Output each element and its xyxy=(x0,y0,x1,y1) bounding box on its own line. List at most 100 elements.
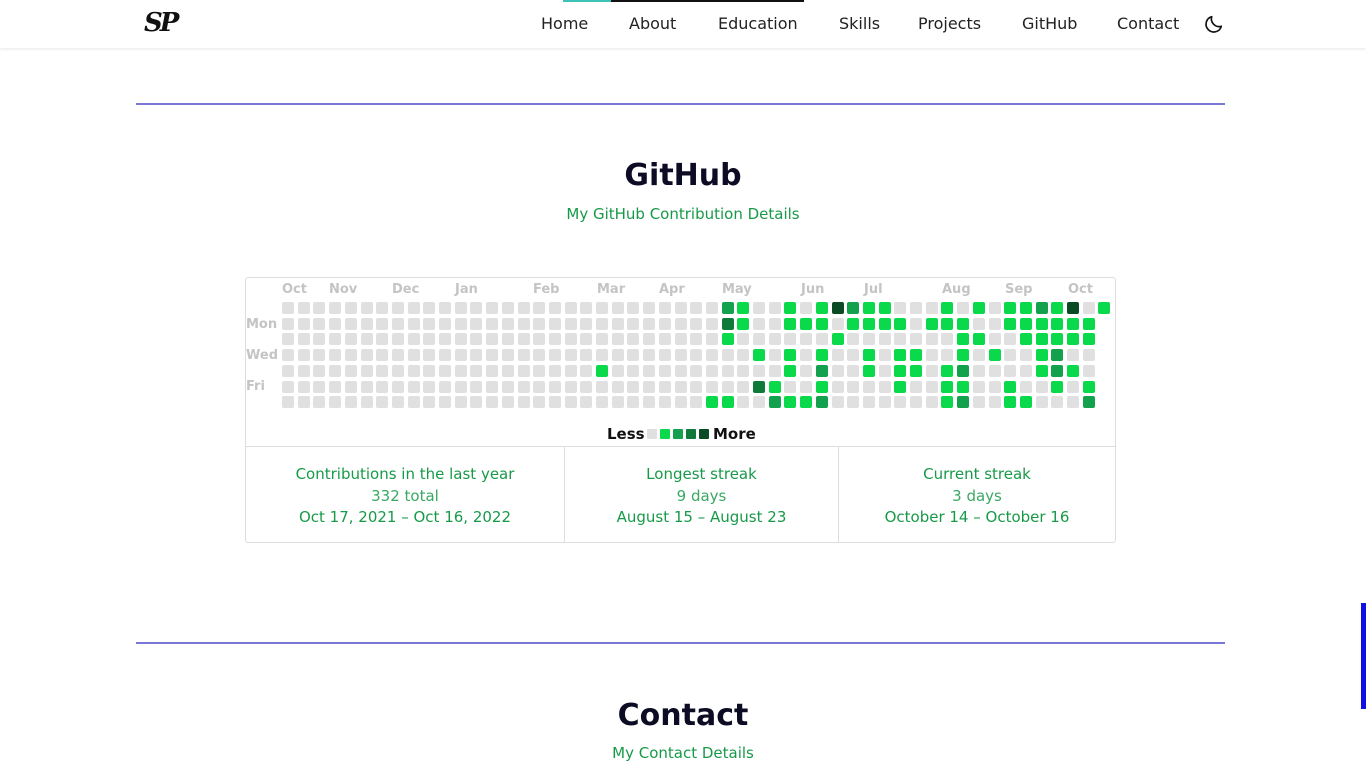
contribution-cell[interactable] xyxy=(1004,365,1016,377)
contribution-cell[interactable] xyxy=(580,302,592,314)
contribution-cell[interactable] xyxy=(439,302,451,314)
contribution-cell[interactable] xyxy=(1036,381,1048,393)
contribution-cell[interactable] xyxy=(989,396,1001,408)
contribution-cell[interactable] xyxy=(832,302,844,314)
contribution-cell[interactable] xyxy=(800,349,812,361)
contribution-cell[interactable] xyxy=(502,333,514,345)
nav-projects[interactable]: Projects xyxy=(918,14,981,34)
contribution-cell[interactable] xyxy=(973,349,985,361)
contribution-cell[interactable] xyxy=(769,396,781,408)
contribution-cell[interactable] xyxy=(282,318,294,330)
contribution-cell[interactable] xyxy=(376,318,388,330)
contribution-cell[interactable] xyxy=(816,349,828,361)
contribution-cell[interactable] xyxy=(706,396,718,408)
contribution-cell[interactable] xyxy=(769,333,781,345)
contribution-cell[interactable] xyxy=(423,381,435,393)
contribution-cell[interactable] xyxy=(502,365,514,377)
contribution-cell[interactable] xyxy=(329,302,341,314)
contribution-cell[interactable] xyxy=(910,318,922,330)
contribution-cell[interactable] xyxy=(455,349,467,361)
contribution-cell[interactable] xyxy=(910,302,922,314)
contribution-cell[interactable] xyxy=(1020,333,1032,345)
contribution-cell[interactable] xyxy=(973,365,985,377)
contribution-cell[interactable] xyxy=(282,381,294,393)
contribution-cell[interactable] xyxy=(737,302,749,314)
contribution-cell[interactable] xyxy=(643,302,655,314)
contribution-cell[interactable] xyxy=(784,349,796,361)
contribution-cell[interactable] xyxy=(973,318,985,330)
contribution-cell[interactable] xyxy=(753,318,765,330)
contribution-cell[interactable] xyxy=(580,381,592,393)
contribution-cell[interactable] xyxy=(361,333,373,345)
contribution-cell[interactable] xyxy=(612,318,624,330)
contribution-cell[interactable] xyxy=(690,318,702,330)
contribution-cell[interactable] xyxy=(392,302,404,314)
contribution-cell[interactable] xyxy=(690,349,702,361)
contribution-cell[interactable] xyxy=(832,365,844,377)
contribution-cell[interactable] xyxy=(722,333,734,345)
contribution-cell[interactable] xyxy=(769,365,781,377)
contribution-cell[interactable] xyxy=(957,349,969,361)
contribution-cell[interactable] xyxy=(423,396,435,408)
contribution-cell[interactable] xyxy=(659,333,671,345)
contribution-cell[interactable] xyxy=(439,333,451,345)
contribution-cell[interactable] xyxy=(565,318,577,330)
contribution-cell[interactable] xyxy=(612,333,624,345)
contribution-cell[interactable] xyxy=(392,365,404,377)
contribution-cell[interactable] xyxy=(737,318,749,330)
contribution-cell[interactable] xyxy=(1083,396,1095,408)
contribution-cell[interactable] xyxy=(1051,365,1063,377)
contribution-cell[interactable] xyxy=(423,349,435,361)
contribution-cell[interactable] xyxy=(1083,381,1095,393)
contribution-cell[interactable] xyxy=(533,349,545,361)
contribution-cell[interactable] xyxy=(847,333,859,345)
contribution-cell[interactable] xyxy=(596,318,608,330)
contribution-cell[interactable] xyxy=(894,349,906,361)
contribution-cell[interactable] xyxy=(627,381,639,393)
contribution-cell[interactable] xyxy=(565,381,577,393)
contribution-cell[interactable] xyxy=(627,349,639,361)
contribution-cell[interactable] xyxy=(894,302,906,314)
contribution-cell[interactable] xyxy=(941,349,953,361)
contribution-cell[interactable] xyxy=(706,318,718,330)
contribution-cell[interactable] xyxy=(298,365,310,377)
contribution-cell[interactable] xyxy=(816,365,828,377)
contribution-cell[interactable] xyxy=(659,302,671,314)
contribution-cell[interactable] xyxy=(879,381,891,393)
contribution-cell[interactable] xyxy=(722,349,734,361)
contribution-cell[interactable] xyxy=(518,396,530,408)
contribution-cell[interactable] xyxy=(659,349,671,361)
contribution-cell[interactable] xyxy=(313,381,325,393)
contribution-cell[interactable] xyxy=(1020,349,1032,361)
contribution-cell[interactable] xyxy=(392,318,404,330)
contribution-cell[interactable] xyxy=(879,302,891,314)
contribution-cell[interactable] xyxy=(345,365,357,377)
contribution-cell[interactable] xyxy=(1067,396,1079,408)
contribution-cell[interactable] xyxy=(769,318,781,330)
contribution-cell[interactable] xyxy=(675,302,687,314)
contribution-cell[interactable] xyxy=(894,396,906,408)
contribution-cell[interactable] xyxy=(612,396,624,408)
contribution-cell[interactable] xyxy=(690,381,702,393)
contribution-cell[interactable] xyxy=(313,333,325,345)
contribution-cell[interactable] xyxy=(737,365,749,377)
contribution-cell[interactable] xyxy=(1036,349,1048,361)
contribution-cell[interactable] xyxy=(737,396,749,408)
contribution-cell[interactable] xyxy=(926,396,938,408)
contribution-cell[interactable] xyxy=(769,349,781,361)
contribution-cell[interactable] xyxy=(643,333,655,345)
contribution-cell[interactable] xyxy=(1004,381,1016,393)
contribution-cell[interactable] xyxy=(675,365,687,377)
contribution-cell[interactable] xyxy=(879,333,891,345)
contribution-cell[interactable] xyxy=(863,302,875,314)
contribution-cell[interactable] xyxy=(910,333,922,345)
nav-education[interactable]: Education xyxy=(718,14,798,34)
contribution-cell[interactable] xyxy=(486,381,498,393)
contribution-cell[interactable] xyxy=(470,349,482,361)
moon-icon[interactable] xyxy=(1203,13,1225,35)
contribution-cell[interactable] xyxy=(816,318,828,330)
contribution-cell[interactable] xyxy=(753,302,765,314)
contribution-cell[interactable] xyxy=(832,381,844,393)
contribution-cell[interactable] xyxy=(580,365,592,377)
contribution-cell[interactable] xyxy=(455,302,467,314)
